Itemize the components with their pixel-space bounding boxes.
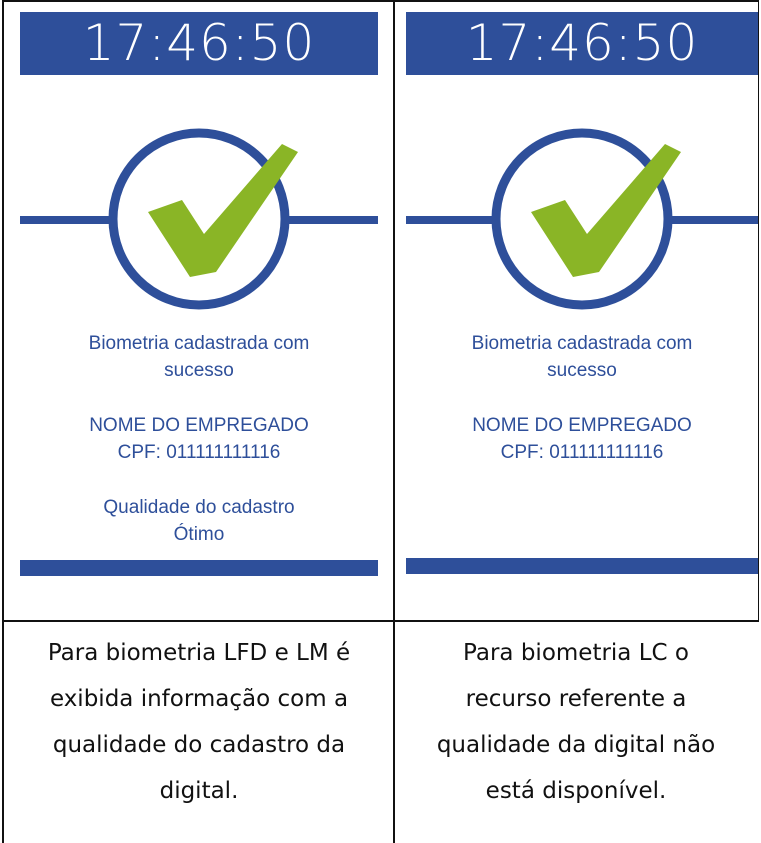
success-line-1: Biometria cadastrada com (88, 333, 310, 354)
caption-line: está disponível. (485, 778, 667, 804)
clock-display: 17:46:50 (20, 12, 378, 75)
table-left-border (2, 0, 4, 843)
success-message: Biometria cadastrada com sucesso (406, 330, 758, 384)
caption-line: Para biometria LC o (463, 640, 689, 666)
quality-value: Ótimo (173, 524, 225, 545)
caption-line: qualidade da digital não (436, 732, 716, 758)
device-screen-lfd-lm: 17:46:50 Biometria cadastrada com sucess… (20, 2, 378, 620)
caption-line: Para biometria LFD e LM é (47, 640, 351, 666)
quality-label: Qualidade do cadastro (103, 497, 295, 518)
employee-cpf: CPF: 011111111116 (117, 442, 281, 463)
employee-info: NOME DO EMPREGADO CPF: 011111111116 (406, 412, 758, 466)
caption-line: exibida informação com a (49, 686, 349, 712)
employee-cpf: CPF: 011111111116 (500, 442, 664, 463)
table-row-divider (2, 620, 759, 622)
table-column-divider (393, 0, 395, 843)
caption-line: recurso referente a (465, 686, 687, 712)
employee-name: NOME DO EMPREGADO (89, 415, 309, 436)
success-line-2: sucesso (164, 360, 234, 381)
caption-line: digital. (159, 778, 239, 804)
caption-line: qualidade do cadastro da (52, 732, 346, 758)
caption-lc: Para biometria LC o recurso referente a … (396, 630, 756, 814)
check-circle-icon (20, 122, 378, 322)
bottom-bar (20, 560, 378, 576)
device-screen-lc: 17:46:50 Biometria cadastrada com sucess… (406, 2, 758, 620)
employee-name: NOME DO EMPREGADO (472, 415, 692, 436)
success-line-2: sucesso (547, 360, 617, 381)
employee-info: NOME DO EMPREGADO CPF: 011111111116 (20, 412, 378, 466)
success-line-1: Biometria cadastrada com (471, 333, 693, 354)
clock-display: 17:46:50 (406, 12, 758, 75)
comparison-table: 17:46:50 Biometria cadastrada com sucess… (0, 0, 761, 843)
bottom-bar (406, 558, 758, 574)
success-message: Biometria cadastrada com sucesso (20, 330, 378, 384)
quality-info: Qualidade do cadastro Ótimo (20, 494, 378, 548)
check-circle-icon (406, 122, 758, 322)
caption-lfd-lm: Para biometria LFD e LM é exibida inform… (6, 630, 392, 814)
